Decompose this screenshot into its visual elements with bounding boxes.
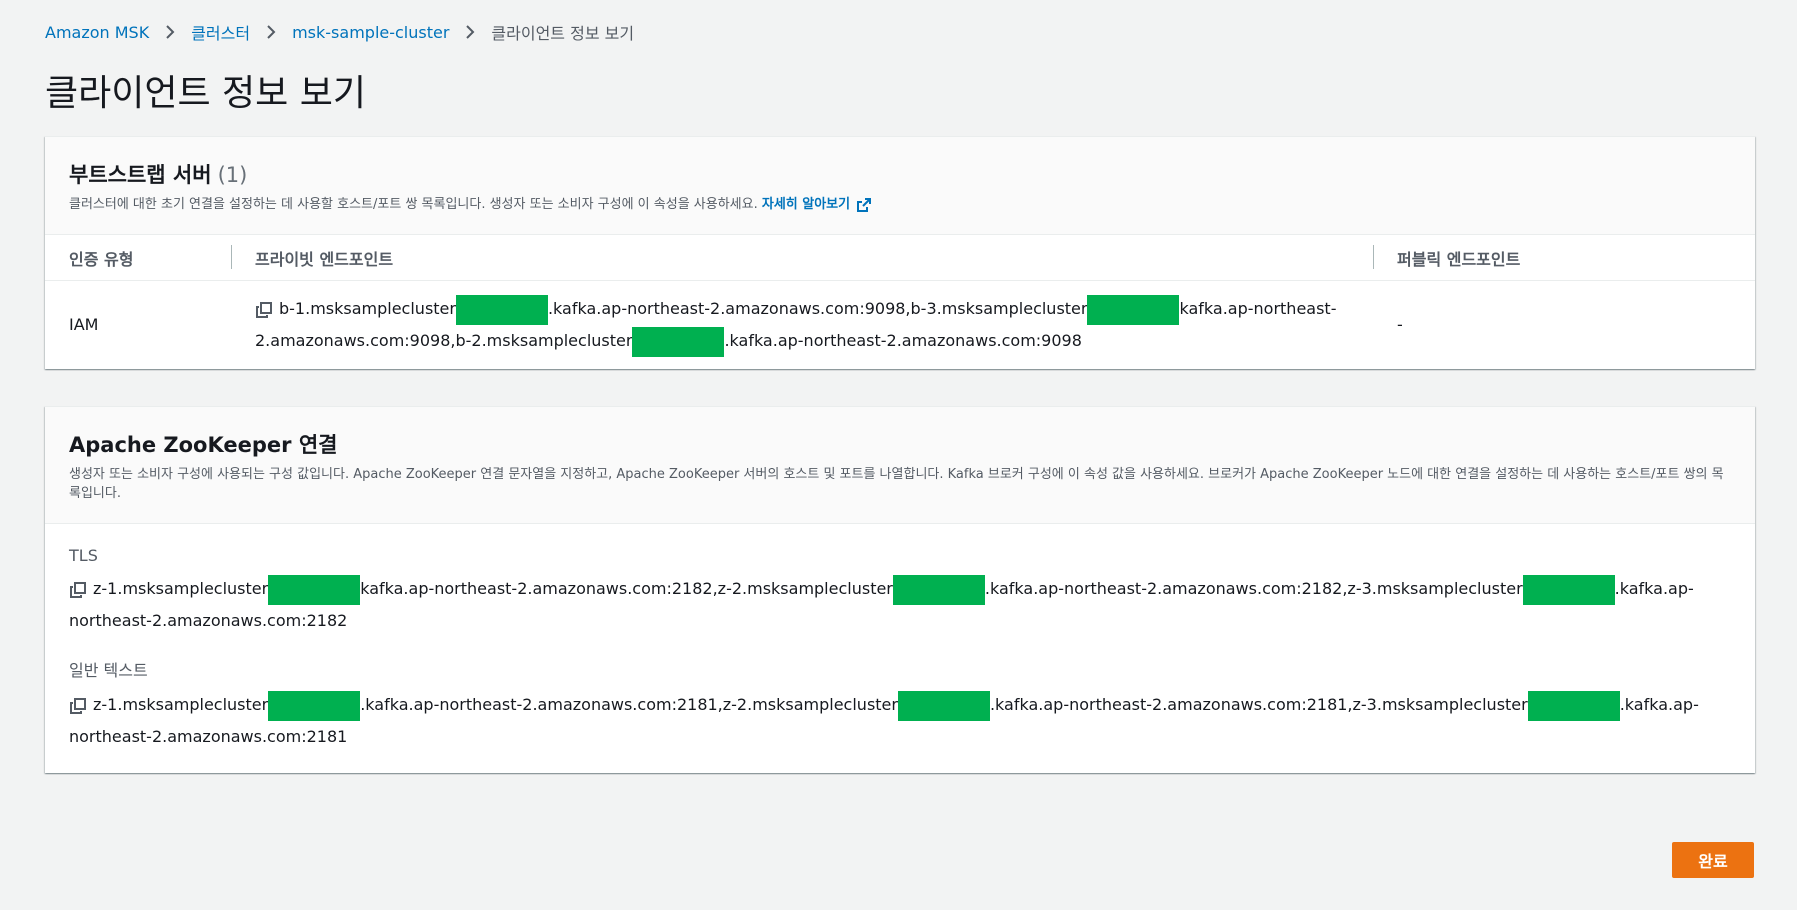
bootstrap-count: (1) [217,163,248,187]
cell-auth-type: IAM [69,315,99,334]
bootstrap-description: 클러스터에 대한 초기 연결을 설정하는 데 사용할 호스트/포트 쌍 목록입니… [69,195,1731,214]
breadcrumb-amazon-msk[interactable]: Amazon MSK [45,23,149,42]
zookeeper-panel: Apache ZooKeeper 연결 생성자 또는 소비자 구성에 사용되는 … [45,406,1755,773]
redaction-block [455,294,548,325]
chevron-right-icon [165,25,175,39]
learn-more-label: 자세히 알아보기 [761,197,851,212]
done-button[interactable]: 완료 [1672,842,1754,878]
plaintext-connection-string: z-1.msksamplecluster .kafka.ap-northeast-… [69,689,1731,753]
column-auth-type[interactable]: 인증 유형 [45,235,231,281]
page-title: 클라이언트 정보 보기 [45,73,366,114]
plaintext-part: z-1.msksamplecluster [93,695,269,714]
table-row: IAM b-1.msksamplecluster .kafka.ap-northe… [45,281,1755,370]
copy-icon[interactable] [69,581,87,599]
bootstrap-panel-title: 부트스트랩 서버 (1) [69,159,1731,189]
redaction-block [892,574,985,605]
column-private-endpoint[interactable]: 프라이빗 엔드포인트 [231,235,1373,281]
private-endpoint-part: b-1.msksamplecluster [279,299,456,318]
redaction-block [268,574,361,605]
plaintext-label: 일반 텍스트 [69,661,148,680]
zookeeper-panel-title: Apache ZooKeeper 연결 [69,433,338,457]
column-divider[interactable] [231,245,232,269]
redaction-block [268,690,361,721]
bootstrap-servers-panel: 부트스트랩 서버 (1) 클러스터에 대한 초기 연결을 설정하는 데 사용할 호… [45,136,1755,369]
copy-icon[interactable] [255,301,273,319]
private-endpoint-part: .kafka.ap-northeast-2.amazonaws.com:9098… [547,299,1088,318]
learn-more-link[interactable]: 자세히 알아보기 [762,195,872,214]
zookeeper-description: 생성자 또는 소비자 구성에 사용되는 구성 값입니다. Apache ZooK… [69,467,1724,501]
private-endpoint-part: .kafka.ap-northeast-2.amazonaws.com:9098 [724,331,1082,350]
tls-label: TLS [69,546,98,565]
external-link-icon [857,197,872,212]
redaction-block [1527,690,1620,721]
plaintext-part: .kafka.ap-northeast-2.amazonaws.com:2181… [360,695,898,714]
tls-part: .kafka.ap-northeast-2.amazonaws.com:2182… [984,579,1523,598]
table-header-row: 인증 유형 프라이빗 엔드포인트 퍼블릭 엔드포인트 [45,235,1755,281]
breadcrumb-current: 클라이언트 정보 보기 [491,24,635,43]
redaction-block [632,326,725,357]
zookeeper-panel-header: Apache ZooKeeper 연결 생성자 또는 소비자 구성에 사용되는 … [45,407,1755,524]
chevron-right-icon [465,25,475,39]
column-divider[interactable] [1373,245,1374,269]
redaction-block [1087,294,1180,325]
redaction-block [1522,574,1615,605]
bootstrap-panel-header: 부트스트랩 서버 (1) 클러스터에 대한 초기 연결을 설정하는 데 사용할 호… [45,137,1755,235]
bootstrap-description-text: 클러스터에 대한 초기 연결을 설정하는 데 사용할 호스트/포트 쌍 목록입니… [69,197,762,212]
copy-icon[interactable] [69,697,87,715]
tls-connection-string: z-1.msksamplecluster kafka.ap-northeast-2… [69,573,1731,637]
bootstrap-table: 인증 유형 프라이빗 엔드포인트 퍼블릭 엔드포인트 IAM b-1.msksa… [45,235,1755,369]
redaction-block [897,690,990,721]
column-public-endpoint[interactable]: 퍼블릭 엔드포인트 [1373,235,1755,281]
breadcrumb-clusters[interactable]: 클러스터 [191,20,250,44]
plaintext-part: .kafka.ap-northeast-2.amazonaws.com:2181… [989,695,1528,714]
cell-public-endpoint: - [1397,315,1403,334]
bootstrap-title-text: 부트스트랩 서버 [69,163,212,187]
tls-part: z-1.msksamplecluster [93,579,269,598]
breadcrumb: Amazon MSK 클러스터 msk-sample-cluster 클라이언트… [45,20,634,44]
breadcrumb-cluster-name[interactable]: msk-sample-cluster [292,23,449,42]
cell-private-endpoint: b-1.msksamplecluster .kafka.ap-northeast-… [231,281,1373,370]
chevron-right-icon [266,25,276,39]
zookeeper-body: TLS z-1.msksamplecluster kafka.ap-northea… [45,524,1755,773]
tls-part: kafka.ap-northeast-2.amazonaws.com:2182,… [360,579,893,598]
